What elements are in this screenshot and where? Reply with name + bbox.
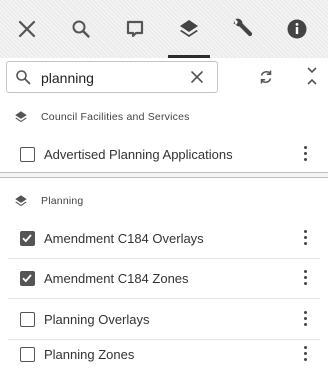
checkmark-icon xyxy=(22,234,32,243)
layer-row[interactable]: Amendment C184 Zones xyxy=(8,258,320,299)
layer-label: Amendment C184 Overlays xyxy=(44,231,204,246)
refresh-icon[interactable] xyxy=(258,69,274,90)
group-header[interactable]: Planning xyxy=(0,184,328,218)
search-icon xyxy=(71,19,91,39)
collapse-all-icon[interactable] xyxy=(306,66,318,91)
more-vert-icon[interactable] xyxy=(302,229,310,247)
close-button[interactable] xyxy=(0,0,54,58)
wrench-icon xyxy=(231,17,255,41)
layer-checkbox[interactable] xyxy=(20,231,35,246)
layers-icon xyxy=(14,110,28,129)
more-vert-icon[interactable] xyxy=(302,345,310,363)
group-label: Planning xyxy=(41,195,84,207)
group-separator xyxy=(0,172,328,178)
layer-label: Amendment C184 Zones xyxy=(44,271,189,286)
more-vert-icon[interactable] xyxy=(302,269,310,287)
layer-row[interactable]: Amendment C184 Overlays xyxy=(8,218,320,259)
layer-label: Planning Zones xyxy=(44,347,135,362)
comment-button[interactable] xyxy=(108,0,162,58)
info-button[interactable] xyxy=(270,0,324,58)
layers-icon xyxy=(14,194,28,213)
group-label: Council Facilities and Services xyxy=(41,111,190,123)
group-header[interactable]: Council Facilities and Services xyxy=(0,100,328,134)
search-tool-button[interactable] xyxy=(54,0,108,58)
layer-checkbox[interactable] xyxy=(20,271,35,286)
tools-button[interactable] xyxy=(216,0,270,58)
layer-checkbox[interactable] xyxy=(20,312,35,327)
search-icon xyxy=(15,69,31,90)
toolbar xyxy=(0,0,328,58)
layers-icon xyxy=(178,18,200,40)
layer-checkbox[interactable] xyxy=(20,347,35,362)
info-icon xyxy=(286,18,308,40)
layers-button[interactable] xyxy=(162,0,216,58)
more-vert-icon[interactable] xyxy=(302,310,310,328)
more-vert-icon[interactable] xyxy=(302,145,310,163)
layer-row[interactable]: Advertised Planning Applications xyxy=(8,134,320,175)
search-row xyxy=(0,58,328,96)
layer-label: Advertised Planning Applications xyxy=(44,147,233,162)
close-icon xyxy=(18,20,36,38)
layer-checkbox[interactable] xyxy=(20,147,35,162)
layer-row[interactable]: Planning Zones xyxy=(8,334,320,375)
clear-search-icon[interactable] xyxy=(189,69,205,90)
search-input[interactable] xyxy=(41,67,181,88)
search-box xyxy=(6,61,218,93)
layer-label: Planning Overlays xyxy=(44,312,150,327)
checkmark-icon xyxy=(22,274,32,283)
comment-icon xyxy=(125,19,145,39)
